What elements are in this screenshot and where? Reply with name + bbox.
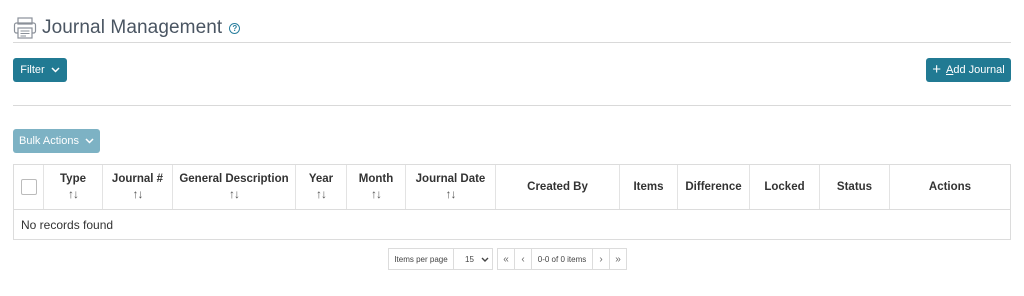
column-header-journal-date[interactable]: Journal Date ↑↓ bbox=[406, 165, 496, 209]
column-header-difference: Difference bbox=[678, 165, 750, 209]
filter-button[interactable]: Filter bbox=[13, 58, 67, 82]
filter-button-label: Filter bbox=[20, 64, 45, 76]
select-all-checkbox[interactable] bbox=[20, 179, 37, 195]
next-page-icon[interactable]: › bbox=[592, 248, 610, 270]
chevron-down-icon bbox=[481, 255, 489, 264]
chevron-down-icon bbox=[85, 135, 94, 147]
divider bbox=[13, 105, 1011, 106]
chevron-down-icon bbox=[51, 64, 60, 76]
column-header-items: Items bbox=[620, 165, 678, 209]
column-header-general-description[interactable]: General Description ↑↓ bbox=[173, 165, 296, 209]
bulk-actions-button[interactable]: Bulk Actions bbox=[13, 129, 100, 153]
column-header-status: Status bbox=[820, 165, 890, 209]
previous-page-icon[interactable]: ‹ bbox=[514, 248, 532, 270]
page-size-value: 15 bbox=[465, 254, 474, 264]
sort-icon: ↑↓ bbox=[68, 187, 79, 201]
last-page-icon[interactable]: » bbox=[609, 248, 627, 270]
sort-icon: ↑↓ bbox=[445, 187, 457, 201]
select-all-cell bbox=[14, 165, 44, 209]
pager: Items per page 15 « ‹ 0-0 of 0 items › » bbox=[388, 248, 627, 270]
page-size-select[interactable]: 15 bbox=[453, 248, 493, 270]
column-header-type[interactable]: Type ↑↓ bbox=[44, 165, 103, 209]
column-header-created-by: Created By bbox=[496, 165, 620, 209]
column-header-month[interactable]: Month ↑↓ bbox=[347, 165, 406, 209]
bulk-actions-label: Bulk Actions bbox=[19, 135, 79, 147]
first-page-icon[interactable]: « bbox=[497, 248, 515, 270]
sort-icon: ↑↓ bbox=[229, 187, 240, 201]
page-title: Journal Management bbox=[42, 16, 223, 38]
column-header-journal-number[interactable]: Journal # ↑↓ bbox=[103, 165, 173, 209]
page-header: Journal Management ? bbox=[13, 13, 1011, 43]
column-header-actions: Actions bbox=[928, 181, 972, 193]
column-header-year[interactable]: Year ↑↓ bbox=[296, 165, 347, 209]
grid-header-row: Type ↑↓ Journal # ↑↓ General Description… bbox=[14, 165, 1010, 210]
sort-icon: ↑↓ bbox=[132, 187, 144, 201]
printer-icon bbox=[13, 16, 39, 40]
sort-icon: ↑↓ bbox=[371, 187, 382, 201]
sort-icon: ↑↓ bbox=[316, 187, 327, 201]
plus-icon: + bbox=[932, 60, 942, 78]
items-per-page-label: Items per page bbox=[388, 248, 454, 270]
help-circle-icon[interactable]: ? bbox=[229, 23, 241, 34]
journal-grid: Type ↑↓ Journal # ↑↓ General Description… bbox=[13, 164, 1011, 240]
column-header-locked: Locked bbox=[750, 165, 820, 209]
add-journal-button[interactable]: + Add Journal bbox=[926, 58, 1011, 82]
add-journal-label: Add Journal bbox=[946, 64, 1005, 76]
empty-message: No records found bbox=[21, 218, 114, 232]
page-info: 0-0 of 0 items bbox=[531, 248, 593, 270]
